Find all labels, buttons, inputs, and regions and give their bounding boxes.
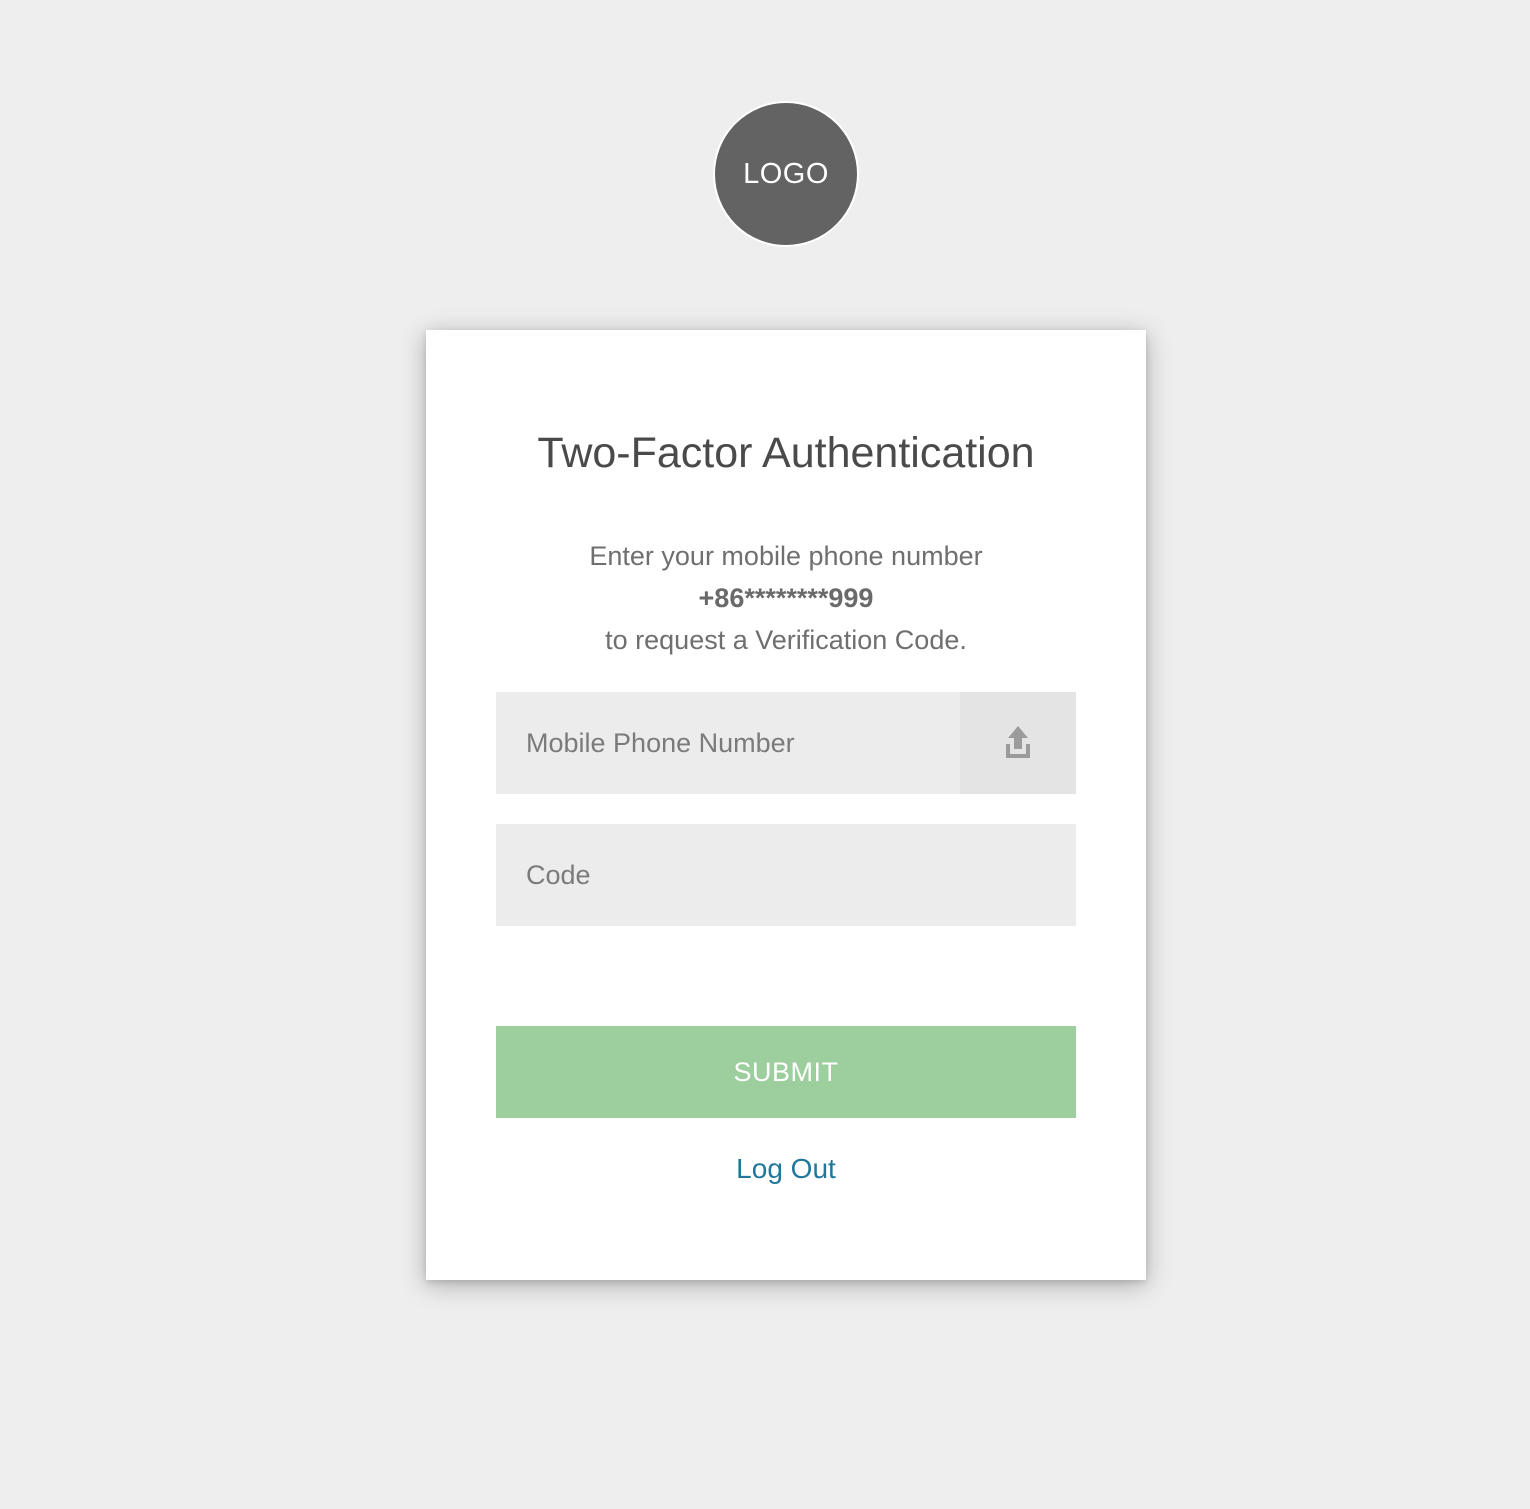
two-factor-card: Two-Factor Authentication Enter your mob… bbox=[426, 330, 1146, 1280]
logout-link[interactable]: Log Out bbox=[426, 1152, 1146, 1186]
submit-button[interactable]: SUBMIT bbox=[496, 1026, 1076, 1118]
instructions: Enter your mobile phone number +86******… bbox=[426, 535, 1146, 661]
mobile-phone-input[interactable] bbox=[496, 692, 960, 794]
logo-text: LOGO bbox=[743, 157, 829, 190]
send-code-button[interactable] bbox=[960, 692, 1076, 794]
logo: LOGO bbox=[713, 101, 859, 247]
instructions-line-1: Enter your mobile phone number bbox=[589, 541, 983, 571]
instructions-line-3: to request a Verification Code. bbox=[605, 625, 967, 655]
code-field-container bbox=[496, 824, 1076, 926]
phone-field-container bbox=[496, 692, 1076, 794]
send-code-icon bbox=[1006, 726, 1030, 758]
masked-phone-number: +86********999 bbox=[698, 583, 874, 613]
page-title: Two-Factor Authentication bbox=[537, 429, 1035, 477]
code-input[interactable] bbox=[496, 824, 1076, 926]
